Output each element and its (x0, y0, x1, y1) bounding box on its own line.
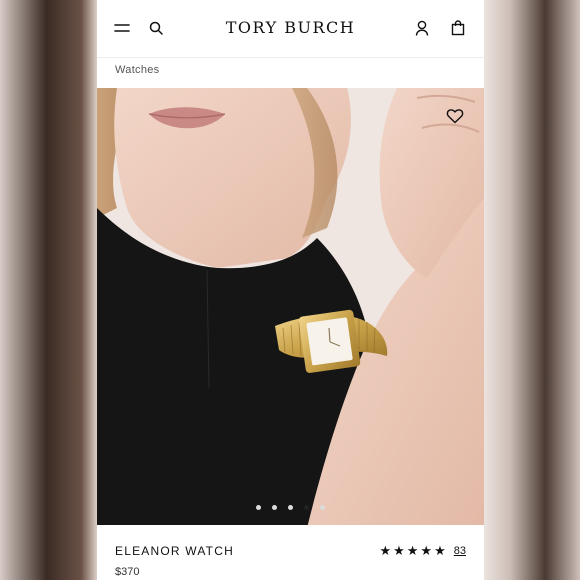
product-info: ELEANOR WATCH $370 ★★★★★ 83 (97, 525, 484, 580)
product-name: ELEANOR WATCH (115, 544, 234, 558)
product-image[interactable] (97, 88, 484, 525)
breadcrumb[interactable]: Watches (115, 64, 159, 76)
product-rating[interactable]: ★★★★★ 83 (379, 543, 466, 559)
carousel-dot[interactable] (256, 505, 261, 510)
product-page: TORY BURCH Watches ELEANOR WATCH $370 ★★… (97, 0, 484, 580)
carousel-dot[interactable] (288, 505, 293, 510)
carousel-dot[interactable] (272, 505, 277, 510)
heart-icon[interactable] (446, 107, 464, 125)
shopping-bag-icon[interactable] (447, 17, 469, 39)
user-icon[interactable] (411, 17, 433, 39)
top-navigation-bar: TORY BURCH (97, 0, 484, 58)
star-rating-icon: ★★★★★ (379, 543, 448, 558)
review-count-link[interactable]: 83 (454, 545, 466, 557)
carousel-dot[interactable] (320, 505, 325, 510)
carousel-indicator (97, 505, 484, 510)
product-price: $370 (115, 566, 140, 578)
carousel-dot-active[interactable] (304, 505, 309, 510)
